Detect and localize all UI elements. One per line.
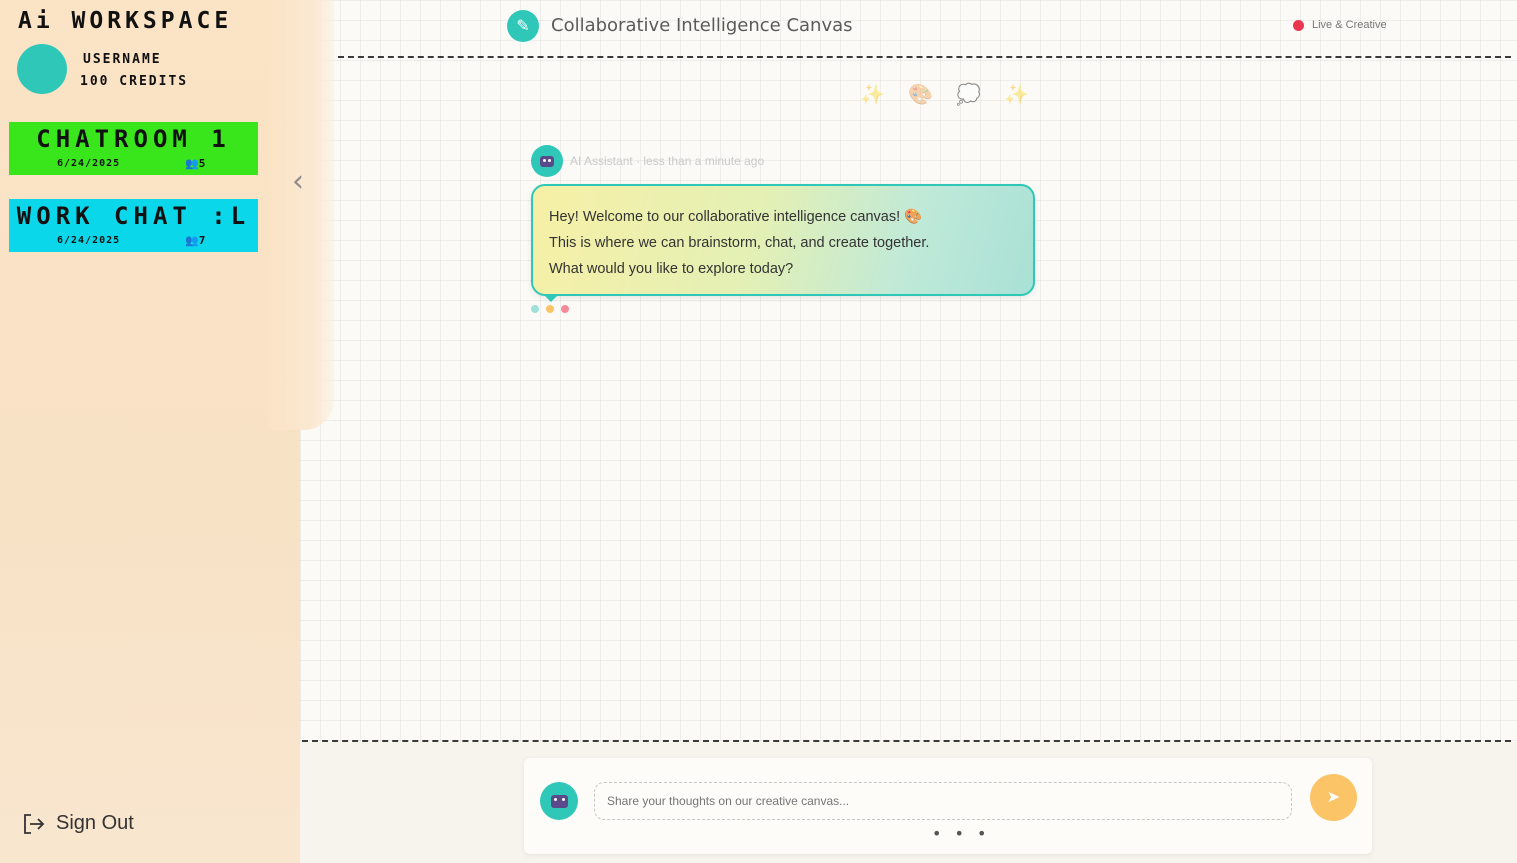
message-input[interactable] [594, 782, 1292, 820]
palette-icon: 🎨 [908, 82, 933, 106]
credits-count: 100 CREDITS [80, 74, 189, 89]
chatroom-card[interactable]: CHATROOM 1 6/24/2025 👥5 [9, 122, 258, 175]
chatroom-name: WORK CHAT :L [16, 202, 251, 230]
users-icon: 👥 [185, 234, 199, 247]
users-icon: 👥 [185, 157, 199, 170]
sign-out-button[interactable]: Sign Out [22, 812, 134, 835]
live-status-text: Live & Creative [1312, 19, 1387, 31]
chatroom-card[interactable]: WORK CHAT :L 6/24/2025 👥7 [9, 199, 258, 252]
sparkle-icon: ✨ [1004, 82, 1029, 106]
avatar[interactable] [17, 44, 67, 94]
message-time: less than a minute ago [643, 154, 765, 168]
chatroom-user-count-value: 5 [198, 157, 206, 170]
live-status-dot [1293, 20, 1304, 31]
message-meta: AI Assistant · less than a minute ago [570, 154, 765, 168]
chatroom-name: CHATROOM 1 [36, 125, 231, 153]
chatroom-user-count-value: 7 [198, 234, 206, 247]
robot-icon [540, 155, 554, 167]
chatroom-date: 6/24/2025 [57, 235, 121, 246]
message-line: This is where we can brainstorm, chat, a… [549, 235, 930, 251]
chatroom-user-count: 👥5 [185, 157, 205, 170]
app-title: Ai WORKSPACE [18, 8, 233, 34]
sign-out-icon [24, 813, 45, 834]
bubble-tail [543, 294, 559, 302]
typing-dot [546, 305, 554, 313]
sidebar-edge [268, 0, 334, 430]
message-line: Hey! Welcome to our collaborative intell… [549, 209, 923, 225]
typing-indicator [531, 305, 569, 313]
thought-bubble-icon: 💭 [956, 82, 981, 106]
decoration-row: ✨ 🎨 💭 ✨ [860, 82, 1029, 106]
canvas-logo-icon: ✎ [507, 10, 539, 42]
sign-out-label: Sign Out [56, 812, 134, 834]
page-title: Collaborative Intelligence Canvas [551, 15, 853, 36]
chatroom-date: 6/24/2025 [57, 158, 121, 169]
assistant-avatar [531, 145, 563, 177]
send-icon: ➤ [1326, 789, 1341, 806]
username: USERNAME [83, 52, 162, 67]
send-button[interactable]: ➤ [1310, 774, 1357, 821]
chat-canvas: ✎ Collaborative Intelligence Canvas Live… [300, 0, 1517, 863]
message-bubble: Hey! Welcome to our collaborative intell… [531, 184, 1035, 296]
robot-icon [550, 794, 568, 808]
chevron-left-icon: ‹ [292, 164, 304, 199]
message-composer: ➤ • • • [524, 758, 1372, 854]
composer-avatar [540, 782, 578, 820]
typing-dot [561, 305, 569, 313]
typing-dot [531, 305, 539, 313]
more-options[interactable]: • • • [932, 824, 990, 843]
collapse-sidebar-button[interactable]: ‹ [284, 164, 312, 200]
message-line: What would you like to explore today? [549, 261, 794, 277]
message-author: AI Assistant [570, 154, 633, 168]
footer-divider [302, 740, 1511, 742]
chatroom-user-count: 👥7 [185, 234, 205, 247]
sidebar: Ai WORKSPACE USERNAME 100 CREDITS CHATRO… [0, 0, 300, 863]
sparkle-icon: ✨ [860, 82, 885, 106]
header-divider [338, 56, 1511, 58]
